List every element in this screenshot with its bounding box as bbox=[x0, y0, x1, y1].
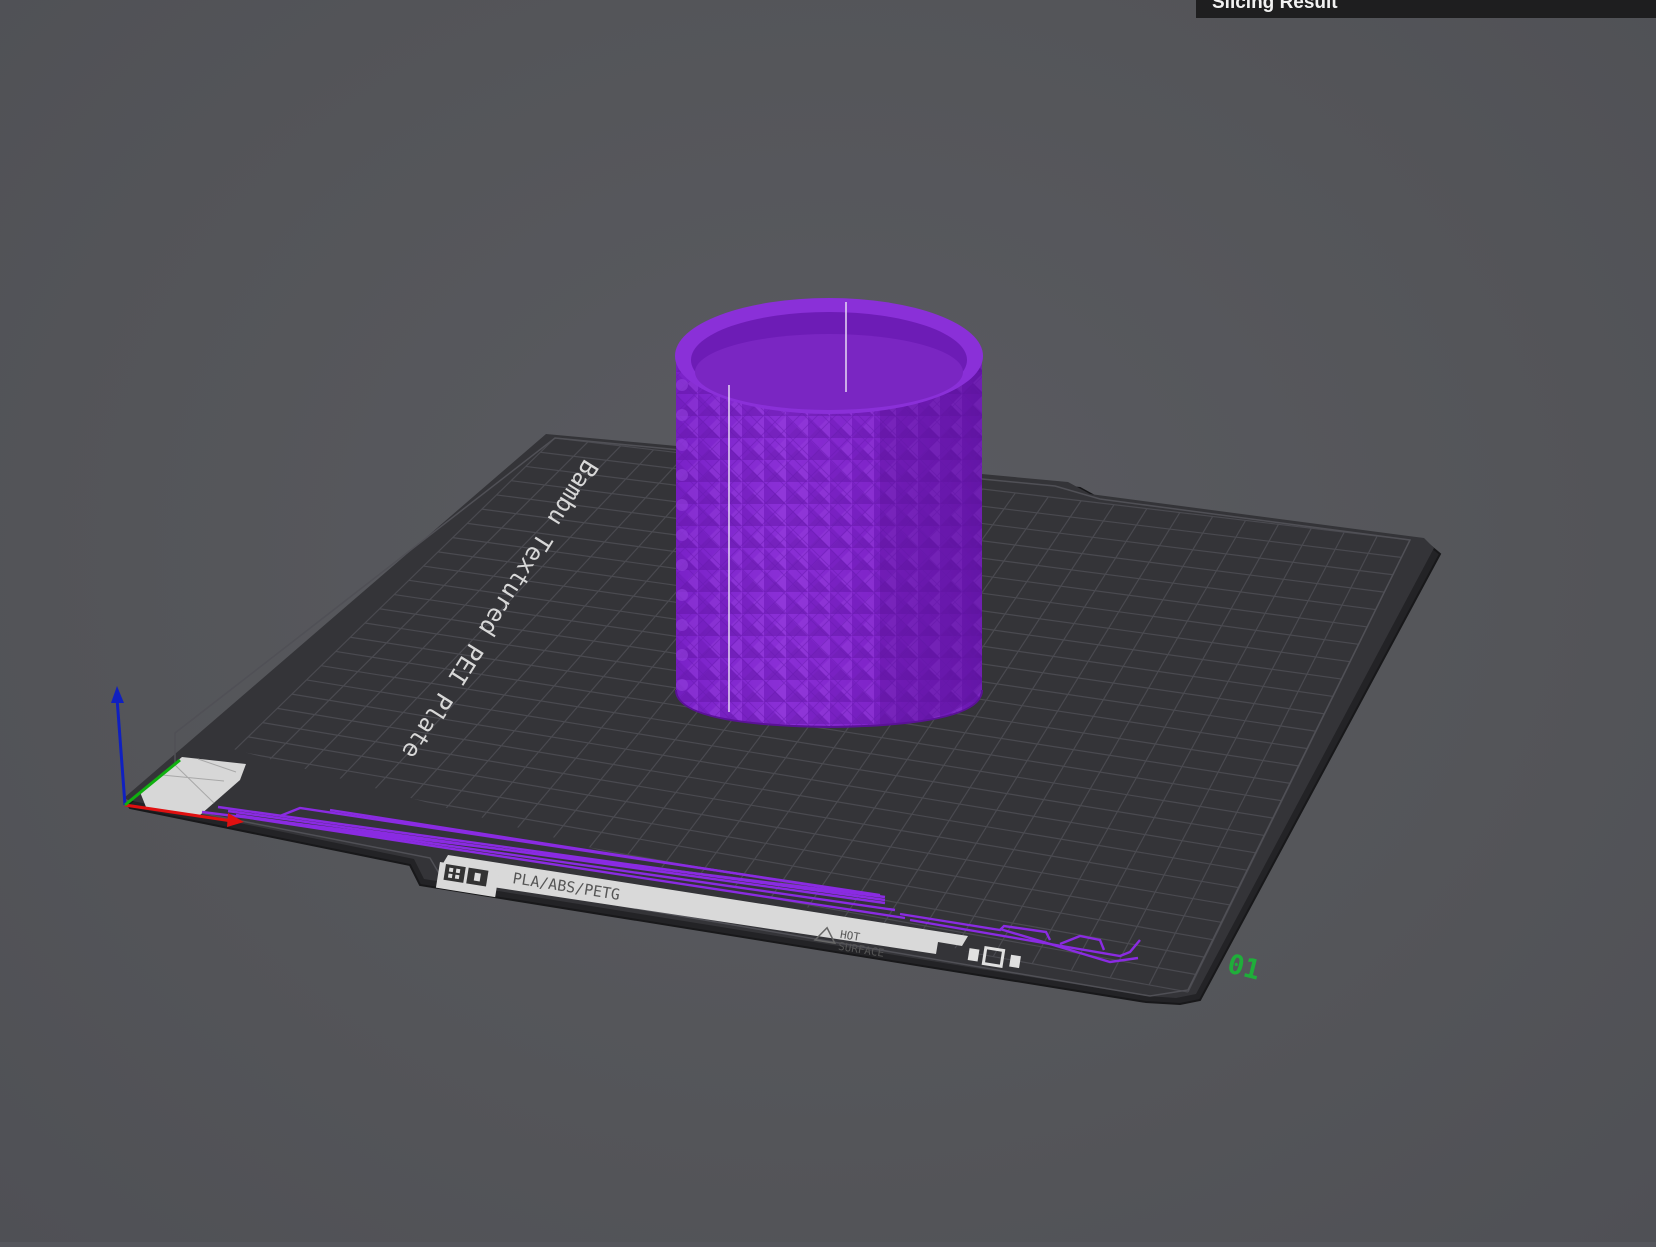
plate-number-label[interactable]: 01 bbox=[1224, 949, 1263, 987]
z-axis bbox=[115, 697, 127, 806]
sliced-model-cylinder[interactable] bbox=[675, 298, 983, 729]
scene-canvas[interactable]: Bambu Textured PEI Plate PLA/ABS/PETG HO… bbox=[0, 0, 1656, 1242]
slicing-result-title: Slicing Result bbox=[1212, 0, 1338, 13]
3d-viewport[interactable]: Bambu Textured PEI Plate PLA/ABS/PETG HO… bbox=[0, 0, 1656, 1242]
slicing-result-panel[interactable]: Slicing Result bbox=[1196, 0, 1656, 18]
